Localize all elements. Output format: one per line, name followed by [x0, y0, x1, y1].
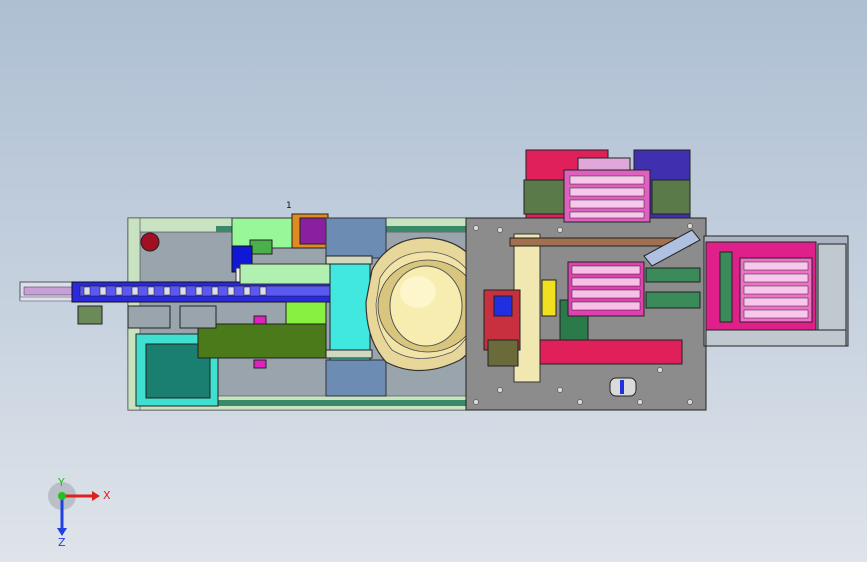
olive-block[interactable]: [487, 339, 519, 367]
callout-marker: 1: [286, 201, 292, 211]
gray-foot-1[interactable]: [77, 305, 103, 325]
red-bearing[interactable]: [140, 232, 160, 252]
pink-tray-center[interactable]: [567, 261, 645, 317]
z-axis-label: Z: [58, 536, 66, 548]
right-tray-module[interactable]: [703, 235, 849, 347]
purple-box[interactable]: [299, 217, 327, 245]
cad-assembly-model[interactable]: 1: [0, 0, 867, 562]
reference-triad: X Y Z: [48, 478, 111, 548]
cyan-carriage[interactable]: [329, 255, 371, 361]
x-axis-label: X: [103, 489, 111, 502]
top-tray-module[interactable]: [523, 149, 691, 223]
conveyor-guide[interactable]: [239, 263, 331, 285]
carriage-rail-lower[interactable]: [325, 349, 373, 359]
y-axis-label: Y: [57, 478, 65, 489]
magenta-tab-lower[interactable]: [253, 359, 267, 369]
green-rail-lower[interactable]: [645, 291, 701, 309]
yellow-tab[interactable]: [541, 279, 557, 317]
red-rail[interactable]: [539, 339, 683, 365]
carriage-rail[interactable]: [325, 255, 373, 265]
green-motor[interactable]: [249, 239, 273, 255]
blue-cluster[interactable]: [493, 295, 513, 317]
magenta-tab[interactable]: [253, 315, 267, 325]
brown-rail[interactable]: [509, 237, 691, 247]
green-cylinder[interactable]: [197, 323, 327, 359]
y-axis-dot: [58, 492, 66, 500]
gray-foot-3[interactable]: [179, 305, 217, 329]
infeed-rail[interactable]: [19, 281, 81, 302]
slate-blue-plate[interactable]: [325, 217, 387, 259]
gray-foot-2[interactable]: [127, 305, 171, 329]
green-rail[interactable]: [645, 267, 701, 283]
lime-pad[interactable]: [285, 301, 327, 325]
z-axis-arrowhead: [57, 528, 67, 536]
cad-graphics-viewport[interactable]: 1 X Y Z: [0, 0, 867, 562]
handle-slot-blue[interactable]: [620, 380, 624, 394]
slate-blue-plate-lower[interactable]: [325, 359, 387, 397]
x-axis-arrowhead: [92, 491, 100, 501]
blue-conveyor[interactable]: [71, 281, 337, 303]
